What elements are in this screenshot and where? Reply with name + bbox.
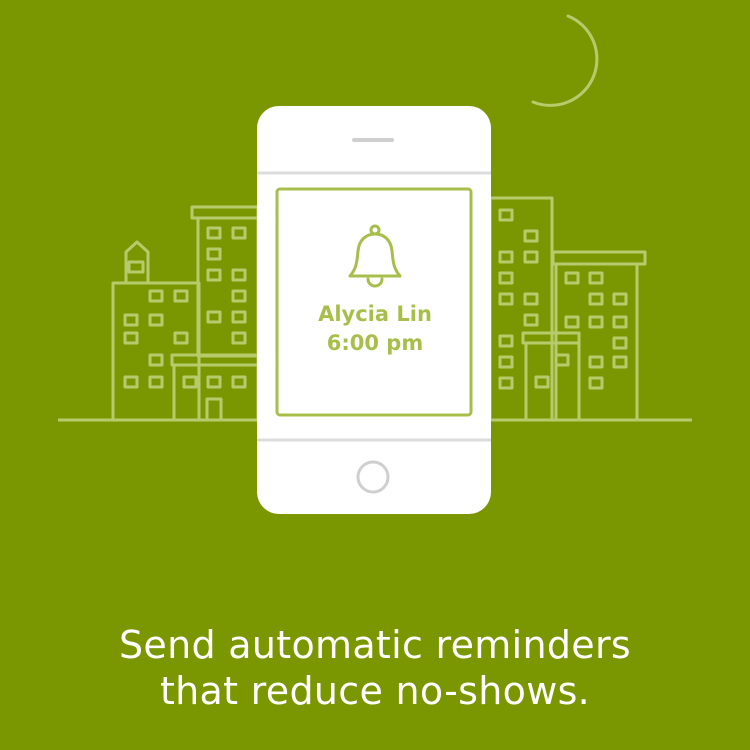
moon-icon [531,14,599,107]
building-left-tall [190,205,260,358]
caption: Send automatic reminders that reduce no-… [0,622,750,714]
caption-line-1: Send automatic reminders [119,623,631,667]
building-left-low [170,353,260,422]
building-right-wide [551,250,647,422]
appointment-time: 6:00 pm [326,331,424,355]
caption-line-2: that reduce no-shows. [159,669,591,713]
reminder-notification: Alycia Lin 6:00 pm [278,300,472,358]
building-left-tower [124,240,150,283]
contact-name: Alycia Lin [318,302,432,326]
building-left [111,281,201,422]
